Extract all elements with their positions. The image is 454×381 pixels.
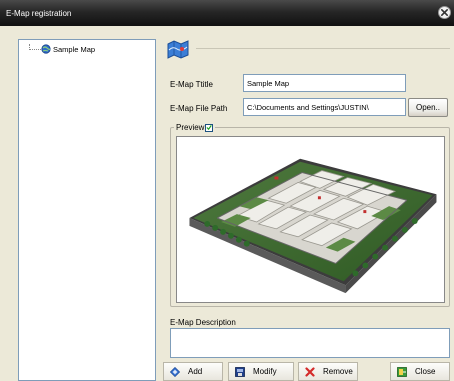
map-icon: [41, 44, 51, 54]
title-bar: E-Map registration: [0, 0, 454, 26]
preview-legend: Preview: [174, 123, 216, 132]
checkmark-icon: [206, 125, 213, 131]
emap-file-path-input[interactable]: C:\Documents and Settings\JUSTIN\: [243, 98, 406, 116]
open-file-button[interactable]: Open..: [408, 98, 448, 117]
remove-button[interactable]: Remove: [298, 362, 358, 381]
remove-button-label: Remove: [323, 367, 353, 376]
window-title: E-Map registration: [6, 9, 72, 18]
floor-plan-render: [189, 158, 437, 294]
map-preview-image: [176, 136, 445, 303]
modify-button-label: Modify: [253, 367, 277, 376]
emap-description-label: E-Map Description: [170, 318, 236, 327]
tree-connector: [29, 49, 41, 50]
map-header-icon: [167, 40, 189, 59]
tree-item-sample-map[interactable]: Sample Map: [53, 45, 95, 54]
map-tree[interactable]: Sample Map: [18, 39, 156, 381]
close-button[interactable]: Close: [390, 362, 450, 381]
window-close-button[interactable]: [438, 6, 451, 19]
remove-icon: [305, 366, 315, 377]
exit-icon: [397, 366, 407, 377]
close-icon: [440, 8, 449, 17]
add-icon: [170, 366, 180, 377]
emap-file-path-label: E-Map File Path: [170, 104, 228, 113]
add-button-label: Add: [188, 367, 203, 376]
modify-button[interactable]: Modify: [228, 362, 294, 381]
preview-label: Preview: [176, 123, 205, 132]
header-divider: [196, 48, 450, 49]
modify-icon: [235, 366, 245, 377]
emap-description-input[interactable]: [170, 328, 450, 358]
preview-checkbox[interactable]: [205, 123, 214, 132]
emap-title-input[interactable]: Sample Map: [243, 74, 406, 92]
close-button-label: Close: [415, 367, 436, 376]
add-button[interactable]: Add: [163, 362, 223, 381]
emap-title-label: E-Map Ttitle: [170, 80, 213, 89]
emap-registration-dialog: E-Map registration Sample Map E-Map Ttit…: [0, 0, 454, 381]
